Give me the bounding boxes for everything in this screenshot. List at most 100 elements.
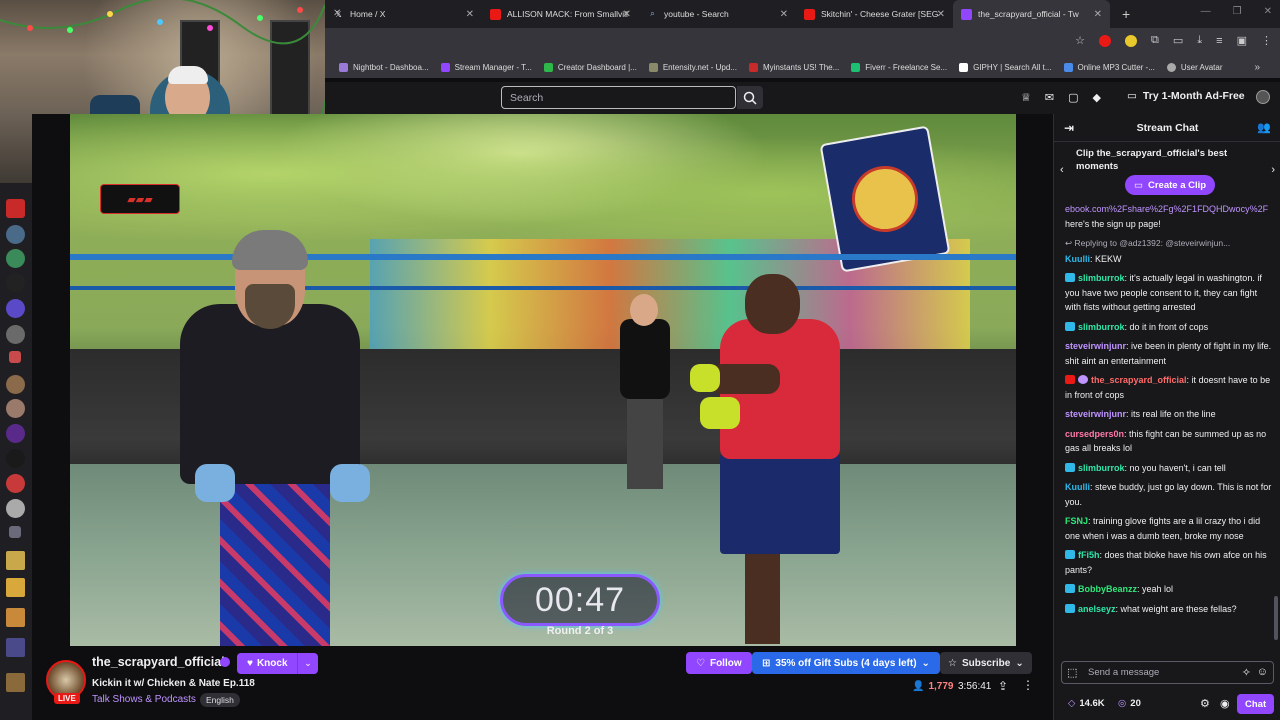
whispers-icon[interactable]: ▢ <box>1068 91 1078 104</box>
minimize-icon[interactable]: — <box>1201 6 1211 17</box>
adfree-button[interactable]: ▭ Try 1-Month Ad-Free <box>1127 90 1245 102</box>
share-icon[interactable]: ⇪ <box>998 679 1008 693</box>
chat-scrollbar[interactable] <box>1274 204 1278 644</box>
extension-icon[interactable] <box>1099 34 1112 47</box>
chat-username[interactable]: the_scrapyard_official <box>1091 375 1187 385</box>
sidebar-channel-avatar[interactable] <box>6 578 25 597</box>
bits-balance[interactable]: ◎ 20 <box>1118 698 1141 709</box>
bookmark-item[interactable]: Creator Dashboard |... <box>543 62 637 72</box>
search-button[interactable] <box>737 86 763 109</box>
close-icon[interactable]: ✕ <box>333 8 341 19</box>
chat-username[interactable]: anelseyz <box>1078 604 1116 614</box>
emote-picker-icon[interactable]: ☺ <box>1257 666 1268 678</box>
chat-username[interactable]: slimburrok <box>1078 322 1125 332</box>
sidebar-channel-avatar[interactable] <box>6 673 25 692</box>
browser-tab[interactable]: 𝕏 Home / X ✕ <box>325 0 482 28</box>
bookmark-item[interactable]: Myinstants US! The... <box>748 62 839 72</box>
bookmark-item[interactable]: Entensity.net - Upd... <box>648 62 737 72</box>
chat-username[interactable]: steveirwinjunr <box>1065 341 1126 351</box>
magic-wand-icon[interactable]: ✧ <box>1242 666 1251 679</box>
gift-subs-button[interactable]: ⊞ 35% off Gift Subs (4 days left) ⌄ <box>752 652 940 674</box>
community-icon[interactable]: 👥 <box>1257 121 1271 134</box>
search-input[interactable]: Search <box>501 86 736 109</box>
chevron-down-icon[interactable]: ⌄ <box>297 653 318 674</box>
browser-tab-active[interactable]: the_scrapyard_official - Tw ✕ <box>953 0 1110 28</box>
video-icon[interactable] <box>9 351 21 363</box>
language-tag[interactable]: English <box>200 693 240 707</box>
chevron-left-icon[interactable]: ‹ <box>1060 164 1064 176</box>
bits-icon[interactable]: ◆ <box>1093 91 1101 104</box>
collapse-chat-icon[interactable]: ⇥ <box>1064 121 1074 135</box>
bookmark-star-icon[interactable]: ☆ <box>1075 34 1085 47</box>
stream-category[interactable]: Talk Shows & Podcasts <box>92 694 196 705</box>
sidebar-channel-avatar[interactable] <box>6 225 25 244</box>
chat-message-input[interactable]: ⬚ Send a message ✧ ☺ <box>1061 661 1274 684</box>
inbox-icon[interactable]: ✉ <box>1045 91 1054 104</box>
channel-points-icon[interactable]: ⬚ <box>1067 666 1077 679</box>
viewer-list-icon[interactable]: ◉ <box>1220 697 1230 710</box>
close-icon[interactable]: ✕ <box>466 9 474 20</box>
copy-icon[interactable] <box>9 526 21 538</box>
chat-username[interactable]: Kuulli <box>1065 254 1090 264</box>
close-icon[interactable]: ✕ <box>1094 9 1102 20</box>
bookmark-item[interactable]: User Avatar <box>1166 62 1223 72</box>
video-player[interactable]: ▰▰▰ 00:47 Round 2 of 3 <box>32 114 1053 646</box>
sidebar-channel-avatar[interactable] <box>6 273 25 292</box>
address-bar[interactable]: ☆ ⧉ ▭ ⤓ ≡ ▣ ⋮ <box>325 28 1280 56</box>
knock-button[interactable]: ♥ Knock <box>237 653 298 674</box>
sidebar-channel-avatar[interactable] <box>6 375 25 394</box>
browser-tab[interactable]: ⌕ youtube - Search ✕ <box>639 0 796 28</box>
bookmark-item[interactable]: Fiverr - Freelance Se... <box>851 62 947 72</box>
bookmark-item[interactable]: Stream Manager - T... <box>440 62 532 72</box>
channel-points-balance[interactable]: ◇ 14.6K <box>1068 698 1105 709</box>
reading-list-icon[interactable]: ≡ <box>1216 35 1222 47</box>
chat-username[interactable]: cursedpers0n <box>1065 429 1124 439</box>
sidebar-channel-avatar[interactable] <box>6 551 25 570</box>
bookmark-item[interactable]: GIPHY | Search All t... <box>959 62 1052 72</box>
chat-username[interactable]: slimburrok <box>1078 463 1125 473</box>
close-icon[interactable]: ✕ <box>623 9 631 20</box>
chat-send-button[interactable]: Chat <box>1237 694 1275 714</box>
chat-message-list[interactable]: ebook.com%2Fshare%2Fg%2F1FDQHDwocy%2F he… <box>1054 202 1280 650</box>
sidebar-channel-avatar[interactable] <box>6 499 25 518</box>
follow-button[interactable]: ♡ Follow <box>686 652 752 674</box>
browser-tab[interactable]: ALLISON MACK: From Smallvill ✕ <box>482 0 639 28</box>
bookmark-item[interactable]: Online MP3 Cutter -... <box>1063 62 1155 72</box>
chat-username[interactable]: BobbyBeanzz <box>1078 584 1137 594</box>
sidebar-channel-avatar[interactable] <box>6 424 25 443</box>
subscribe-button[interactable]: ☆ Subscribe ⌄ <box>940 652 1032 674</box>
menu-icon[interactable]: ⋮ <box>1261 34 1272 47</box>
sidebar-channel-avatar[interactable] <box>6 199 25 218</box>
bookmarks-overflow-icon[interactable]: » <box>1254 62 1260 73</box>
channel-name[interactable]: the_scrapyard_official <box>92 655 225 669</box>
new-tab-icon[interactable]: + <box>1122 6 1130 22</box>
user-avatar[interactable] <box>1256 90 1270 104</box>
sidebar-channel-avatar[interactable] <box>6 638 25 657</box>
profile-icon[interactable]: ▣ <box>1237 34 1247 47</box>
bookmark-item[interactable]: Nightbot - Dashboa... <box>339 62 429 72</box>
more-options-icon[interactable]: ⋮ <box>1022 678 1034 692</box>
create-clip-button[interactable]: ▭ Create a Clip <box>1125 175 1216 195</box>
browser-tab[interactable]: Skitchin' - Cheese Grater [SEG ✕ <box>796 0 953 28</box>
chat-username[interactable]: FSNJ <box>1065 516 1088 526</box>
sidebar-channel-avatar[interactable] <box>6 249 25 268</box>
download-icon[interactable]: ⤓ <box>1197 34 1202 47</box>
sidebar-channel-avatar[interactable] <box>6 449 25 468</box>
sidebar-channel-avatar[interactable] <box>6 474 25 493</box>
chevron-right-icon[interactable]: › <box>1271 164 1275 176</box>
sidebar-channel-avatar[interactable] <box>6 399 25 418</box>
chat-link[interactable]: ebook.com%2Fshare%2Fg%2F1FDQHDwocy%2F <box>1065 204 1268 214</box>
extensions-puzzle-icon[interactable]: ⧉ <box>1151 34 1159 47</box>
crown-icon[interactable]: ♕ <box>1021 91 1031 104</box>
close-icon[interactable]: ✕ <box>780 9 788 20</box>
close-icon[interactable]: ✕ <box>937 9 945 20</box>
chat-username[interactable]: Kuulli <box>1065 482 1090 492</box>
chat-username[interactable]: fFi5h <box>1078 550 1100 560</box>
extension-icon[interactable] <box>1125 34 1138 47</box>
chat-username[interactable]: slimburrok <box>1078 273 1125 283</box>
sidebar-channel-avatar[interactable] <box>6 299 25 318</box>
maximize-icon[interactable]: ❐ <box>1233 6 1242 17</box>
close-window-icon[interactable]: ✕ <box>1264 6 1272 17</box>
sidebar-channel-avatar[interactable] <box>6 325 25 344</box>
sidebar-channel-avatar[interactable] <box>6 608 25 627</box>
